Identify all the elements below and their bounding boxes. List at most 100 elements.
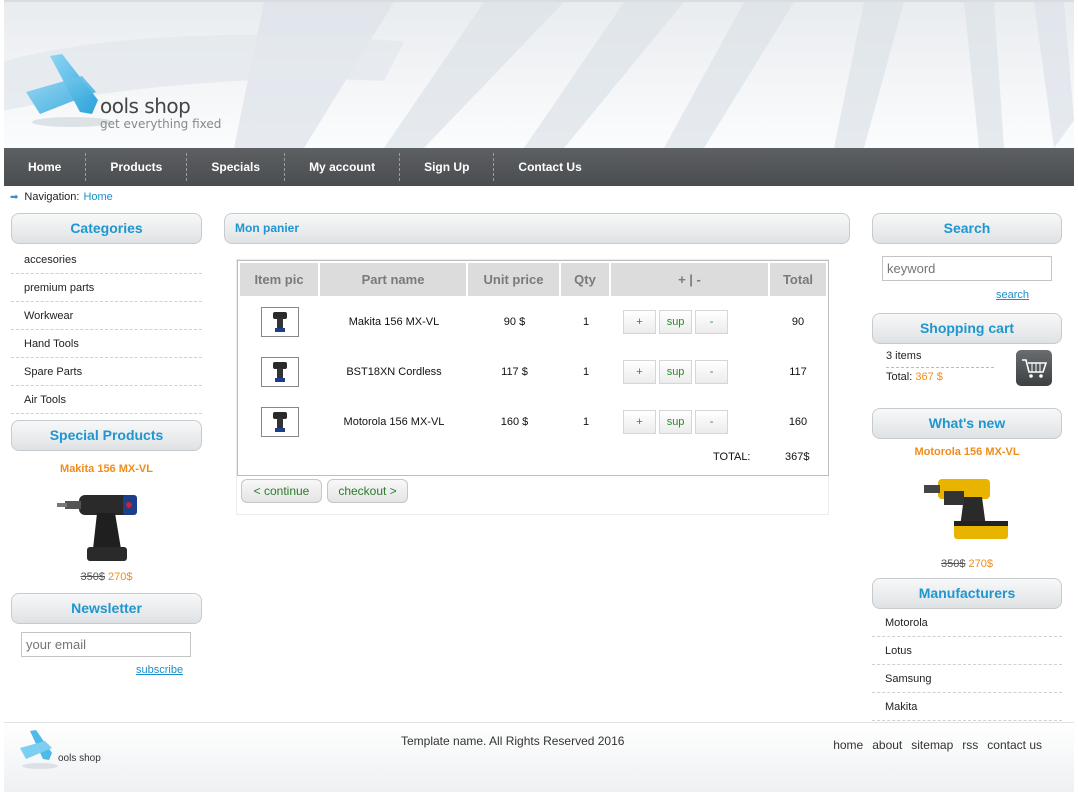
qty-controls: + sup - [611,310,770,334]
cart-total-label: Total: [886,371,913,383]
cart-total-value: 367 $ [915,371,943,383]
delete-button[interactable]: sup [659,360,693,384]
item-pic-cell [240,307,320,337]
old-price: 350$ [80,571,105,583]
decrease-button[interactable]: - [695,310,729,334]
search-input[interactable] [882,256,1052,281]
category-item[interactable]: accesories [11,246,202,274]
manufacturer-item[interactable]: Lotus [872,637,1062,665]
newsletter-email-input[interactable] [21,632,191,657]
part-name: Makita 156 MX-VL [348,316,440,328]
logo-text: ools shop [100,94,191,118]
continue-button[interactable]: < continue [241,479,322,503]
category-item[interactable]: premium parts [11,274,202,302]
whats-new-title: What's new [872,408,1062,439]
manufacturer-item[interactable]: Makita [872,693,1062,721]
nav-sign-up[interactable]: Sign Up [400,153,495,181]
header-part-name: Part name [320,263,466,296]
part-name: Motorola 156 MX-VL [343,416,445,428]
product-thumbnail[interactable] [261,357,299,387]
hammer-drill-icon [924,479,1008,539]
nav-contact-us[interactable]: Contact Us [494,153,605,181]
old-price: 350$ [940,558,966,570]
decrease-button[interactable]: - [695,360,729,384]
table-row: Makita 156 MX-VL 90 $ 1 + sup - 90 [240,297,826,347]
copyright: Template name. All Rights Reserved 2016 [401,734,625,748]
decrease-button[interactable]: - [695,410,729,434]
product-thumbnail[interactable] [261,407,299,437]
breadcrumb-label: Navigation: [24,191,80,203]
increase-button[interactable]: + [623,360,656,384]
breadcrumb: ➡ Navigation: Home [10,191,113,203]
search-link[interactable]: search [996,289,1029,301]
category-item[interactable]: Hand Tools [11,330,202,358]
drill-icon [56,495,137,561]
footer-link-rss[interactable]: rss [962,738,978,752]
footer-logo-icon[interactable] [18,729,66,773]
header-unit-price: Unit price [468,263,559,296]
category-item[interactable]: Air Tools [11,386,202,414]
manufacturer-item[interactable]: Motorola [872,609,1062,637]
special-product-name[interactable]: Makita 156 MX-VL [11,463,202,475]
footer-logo-text: ools shop [58,753,101,764]
shopping-cart-title: Shopping cart [872,313,1062,344]
divider [886,367,994,368]
cart-icon[interactable] [1016,350,1052,386]
cart-table-header: Item pic Part name Unit price Qty + | - … [240,263,826,296]
site-header: ools shop get everything fixed [4,0,1074,148]
cart-title: Mon panier [224,213,850,244]
breadcrumb-home-link[interactable]: Home [83,191,112,203]
category-item[interactable]: Spare Parts [11,358,202,386]
item-pic-cell [240,407,320,437]
item-pic-cell [240,357,320,387]
unit-price: 160 $ [500,416,529,428]
nav-my-account[interactable]: My account [285,153,401,181]
delete-button[interactable]: sup [659,310,693,334]
manufacturers-list: Motorola Lotus Samsung Makita [872,609,1062,721]
main-content: Mon panier Item pic Part name Unit price… [224,213,850,515]
header-qty: Qty [561,263,609,296]
product-thumbnail[interactable] [261,307,299,337]
cart-total: Total: 367 $ [886,371,943,383]
unit-price: 90 $ [503,316,526,328]
drill-icon [273,312,287,332]
new-price: 270$ [968,558,994,570]
subscribe-link[interactable]: subscribe [136,664,183,676]
increase-button[interactable]: + [623,310,656,334]
cart-panel: Item pic Part name Unit price Qty + | - … [236,259,829,515]
table-row: Motorola 156 MX-VL 160 $ 1 + sup - 160 [240,397,826,447]
table-row: BST18XN Cordless 117 $ 1 + sup - 117 [240,347,826,397]
footer-link-home[interactable]: home [833,738,863,752]
increase-button[interactable]: + [623,410,656,434]
qty-controls: + sup - [611,410,770,434]
manufacturers-title: Manufacturers [872,578,1062,609]
quantity: 1 [582,416,590,428]
new-product-image[interactable] [924,471,1014,543]
special-products-title: Special Products [11,420,202,451]
right-sidebar: Search search Shopping cart 3 items Tota… [872,213,1062,721]
site-footer: ools shop Template name. All Rights Rese… [4,722,1074,792]
categories-list: accesories premium parts Workwear Hand T… [11,246,202,414]
line-total: 117 [789,366,807,378]
delete-button[interactable]: sup [659,410,693,434]
nav-home[interactable]: Home [4,153,87,181]
main-nav: Home Products Specials My account Sign U… [4,148,1074,186]
nav-products[interactable]: Products [86,153,188,181]
drill-icon [273,362,287,382]
search-title: Search [872,213,1062,244]
site-tagline: get everything fixed [100,117,222,131]
manufacturer-item[interactable]: Samsung [872,665,1062,693]
nav-specials[interactable]: Specials [187,153,286,181]
left-sidebar: Categories accesories premium parts Work… [11,213,202,676]
total-value: 367$ [785,451,810,463]
checkout-button[interactable]: checkout > [327,479,408,503]
special-product-image[interactable] [56,483,157,567]
special-price: 350$ 270$ [11,571,202,583]
category-item[interactable]: Workwear [11,302,202,330]
new-price: 270$ [108,571,133,583]
footer-link-about[interactable]: about [872,738,902,752]
part-name: BST18XN Cordless [346,366,442,378]
footer-link-contact[interactable]: contact us [987,738,1042,752]
new-product-name[interactable]: Motorola 156 MX-VL [872,446,1062,458]
footer-link-sitemap[interactable]: sitemap [911,738,953,752]
